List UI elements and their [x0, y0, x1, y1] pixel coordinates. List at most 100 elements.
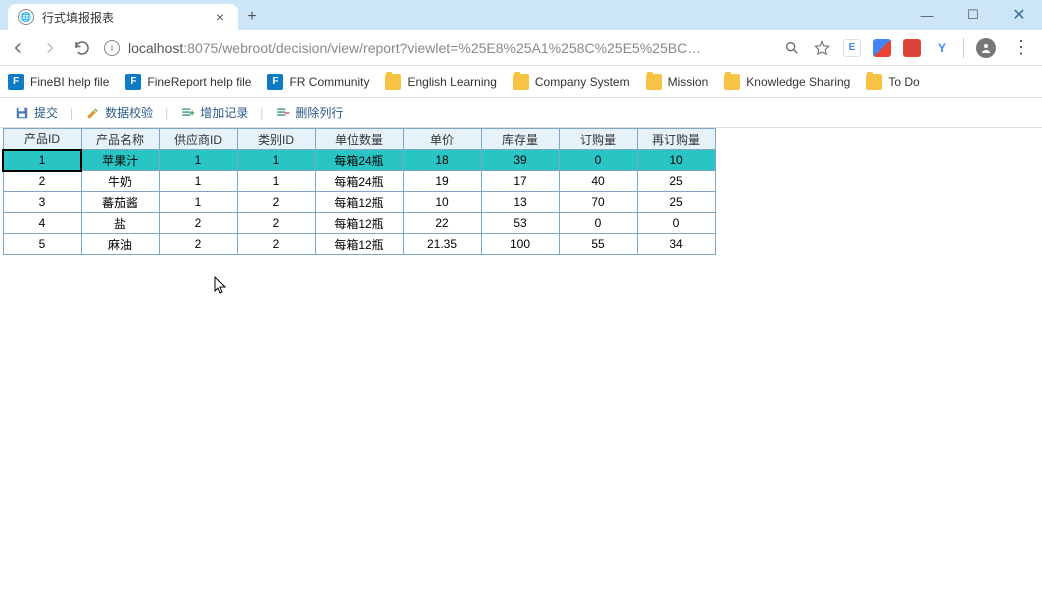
back-button[interactable] — [8, 38, 28, 58]
table-row[interactable]: 2牛奶11每箱24瓶19174025 — [3, 171, 715, 192]
table-cell[interactable]: 22 — [403, 213, 481, 234]
window-titlebar: 🌐 行式填报报表 × + — ☐ ✕ — [0, 0, 1042, 30]
header-product-name[interactable]: 产品名称 — [81, 129, 159, 150]
header-supplier-id[interactable]: 供应商ID — [159, 129, 237, 150]
table-cell[interactable]: 55 — [559, 234, 637, 255]
bookmark-company[interactable]: Company System — [513, 74, 630, 90]
reload-button[interactable] — [72, 38, 92, 58]
url-box[interactable]: i localhost:8075/webroot/decision/view/r… — [104, 40, 771, 56]
window-controls: — ☐ ✕ — [904, 0, 1042, 30]
table-cell[interactable]: 13 — [481, 192, 559, 213]
table-cell[interactable]: 0 — [637, 213, 715, 234]
minimize-button[interactable]: — — [904, 0, 950, 30]
table-cell[interactable]: 2 — [237, 213, 315, 234]
forward-button[interactable] — [40, 38, 60, 58]
maximize-button[interactable]: ☐ — [950, 0, 996, 30]
table-cell[interactable]: 1 — [159, 192, 237, 213]
bookmark-english[interactable]: English Learning — [385, 74, 496, 90]
table-cell[interactable]: 18 — [403, 150, 481, 171]
profile-avatar[interactable] — [976, 38, 996, 58]
table-cell[interactable]: 每箱12瓶 — [315, 213, 403, 234]
add-row-icon — [180, 105, 196, 121]
frcommunity-icon: F — [267, 74, 283, 90]
table-cell[interactable]: 17 — [481, 171, 559, 192]
save-icon — [14, 105, 30, 121]
table-cell[interactable]: 4 — [3, 213, 81, 234]
table-cell[interactable]: 苹果汁 — [81, 150, 159, 171]
star-icon[interactable] — [813, 39, 831, 57]
table-cell[interactable]: 5 — [3, 234, 81, 255]
table-cell[interactable]: 0 — [559, 213, 637, 234]
globe-icon: 🌐 — [18, 9, 34, 25]
table-cell[interactable]: 2 — [3, 171, 81, 192]
table-cell[interactable]: 1 — [237, 171, 315, 192]
table-cell[interactable]: 盐 — [81, 213, 159, 234]
table-cell[interactable]: 2 — [237, 192, 315, 213]
table-cell[interactable]: 70 — [559, 192, 637, 213]
finebi-icon: F — [8, 74, 24, 90]
table-cell[interactable]: 39 — [481, 150, 559, 171]
table-cell[interactable]: 2 — [159, 213, 237, 234]
delete-row-button[interactable]: 删除列行 — [269, 102, 349, 123]
header-price[interactable]: 单价 — [403, 129, 481, 150]
extension-icon-4[interactable]: Y — [933, 39, 951, 57]
table-row[interactable]: 3蕃茄酱12每箱12瓶10137025 — [3, 192, 715, 213]
bookmark-mission[interactable]: Mission — [646, 74, 709, 90]
table-cell[interactable]: 0 — [559, 150, 637, 171]
data-table[interactable]: 产品ID 产品名称 供应商ID 类别ID 单位数量 单价 库存量 订购量 再订购… — [2, 128, 716, 255]
header-stock[interactable]: 库存量 — [481, 129, 559, 150]
browser-tab[interactable]: 🌐 行式填报报表 × — [8, 4, 238, 30]
table-cell[interactable]: 100 — [481, 234, 559, 255]
site-info-icon[interactable]: i — [104, 40, 120, 56]
zoom-icon[interactable] — [783, 39, 801, 57]
table-cell[interactable]: 1 — [159, 171, 237, 192]
header-unit-qty[interactable]: 单位数量 — [315, 129, 403, 150]
table-cell[interactable]: 10 — [637, 150, 715, 171]
header-reorder[interactable]: 再订购量 — [637, 129, 715, 150]
extension-icon-3[interactable] — [903, 39, 921, 57]
extension-icon-2[interactable] — [873, 39, 891, 57]
extension-icon-1[interactable]: E — [843, 39, 861, 57]
add-record-button[interactable]: 增加记录 — [174, 102, 254, 123]
table-cell[interactable]: 1 — [237, 150, 315, 171]
table-cell[interactable]: 每箱24瓶 — [315, 150, 403, 171]
submit-button[interactable]: 提交 — [8, 102, 64, 123]
bookmark-todo[interactable]: To Do — [866, 74, 919, 90]
table-cell[interactable]: 牛奶 — [81, 171, 159, 192]
menu-button[interactable]: ⋮ — [1008, 37, 1034, 58]
table-cell[interactable]: 2 — [159, 234, 237, 255]
table-cell[interactable]: 25 — [637, 192, 715, 213]
table-cell[interactable]: 1 — [159, 150, 237, 171]
bookmark-finereport[interactable]: FFineReport help file — [125, 74, 251, 90]
header-category-id[interactable]: 类别ID — [237, 129, 315, 150]
close-tab-button[interactable]: × — [212, 9, 228, 25]
bookmark-knowledge[interactable]: Knowledge Sharing — [724, 74, 850, 90]
table-row[interactable]: 5麻油22每箱12瓶21.351005534 — [3, 234, 715, 255]
close-window-button[interactable]: ✕ — [996, 0, 1042, 30]
divider — [963, 38, 964, 58]
table-cell[interactable]: 每箱12瓶 — [315, 234, 403, 255]
bookmark-finebi[interactable]: FFineBI help file — [8, 74, 109, 90]
table-cell[interactable]: 蕃茄酱 — [81, 192, 159, 213]
table-cell[interactable]: 3 — [3, 192, 81, 213]
table-cell[interactable]: 40 — [559, 171, 637, 192]
table-cell[interactable]: 每箱12瓶 — [315, 192, 403, 213]
table-cell[interactable]: 25 — [637, 171, 715, 192]
table-cell[interactable]: 1 — [3, 150, 81, 171]
new-tab-button[interactable]: + — [238, 4, 266, 30]
bookmarks-bar: FFineBI help file FFineReport help file … — [0, 66, 1042, 98]
bookmark-frcommunity[interactable]: FFR Community — [267, 74, 369, 90]
header-product-id[interactable]: 产品ID — [3, 129, 81, 150]
table-cell[interactable]: 每箱24瓶 — [315, 171, 403, 192]
validate-button[interactable]: 数据校验 — [79, 102, 159, 123]
header-order[interactable]: 订购量 — [559, 129, 637, 150]
table-cell[interactable]: 53 — [481, 213, 559, 234]
table-cell[interactable]: 34 — [637, 234, 715, 255]
table-cell[interactable]: 19 — [403, 171, 481, 192]
table-row[interactable]: 1苹果汁11每箱24瓶1839010 — [3, 150, 715, 171]
table-cell[interactable]: 21.35 — [403, 234, 481, 255]
table-cell[interactable]: 10 — [403, 192, 481, 213]
table-cell[interactable]: 麻油 — [81, 234, 159, 255]
table-cell[interactable]: 2 — [237, 234, 315, 255]
table-row[interactable]: 4盐22每箱12瓶225300 — [3, 213, 715, 234]
